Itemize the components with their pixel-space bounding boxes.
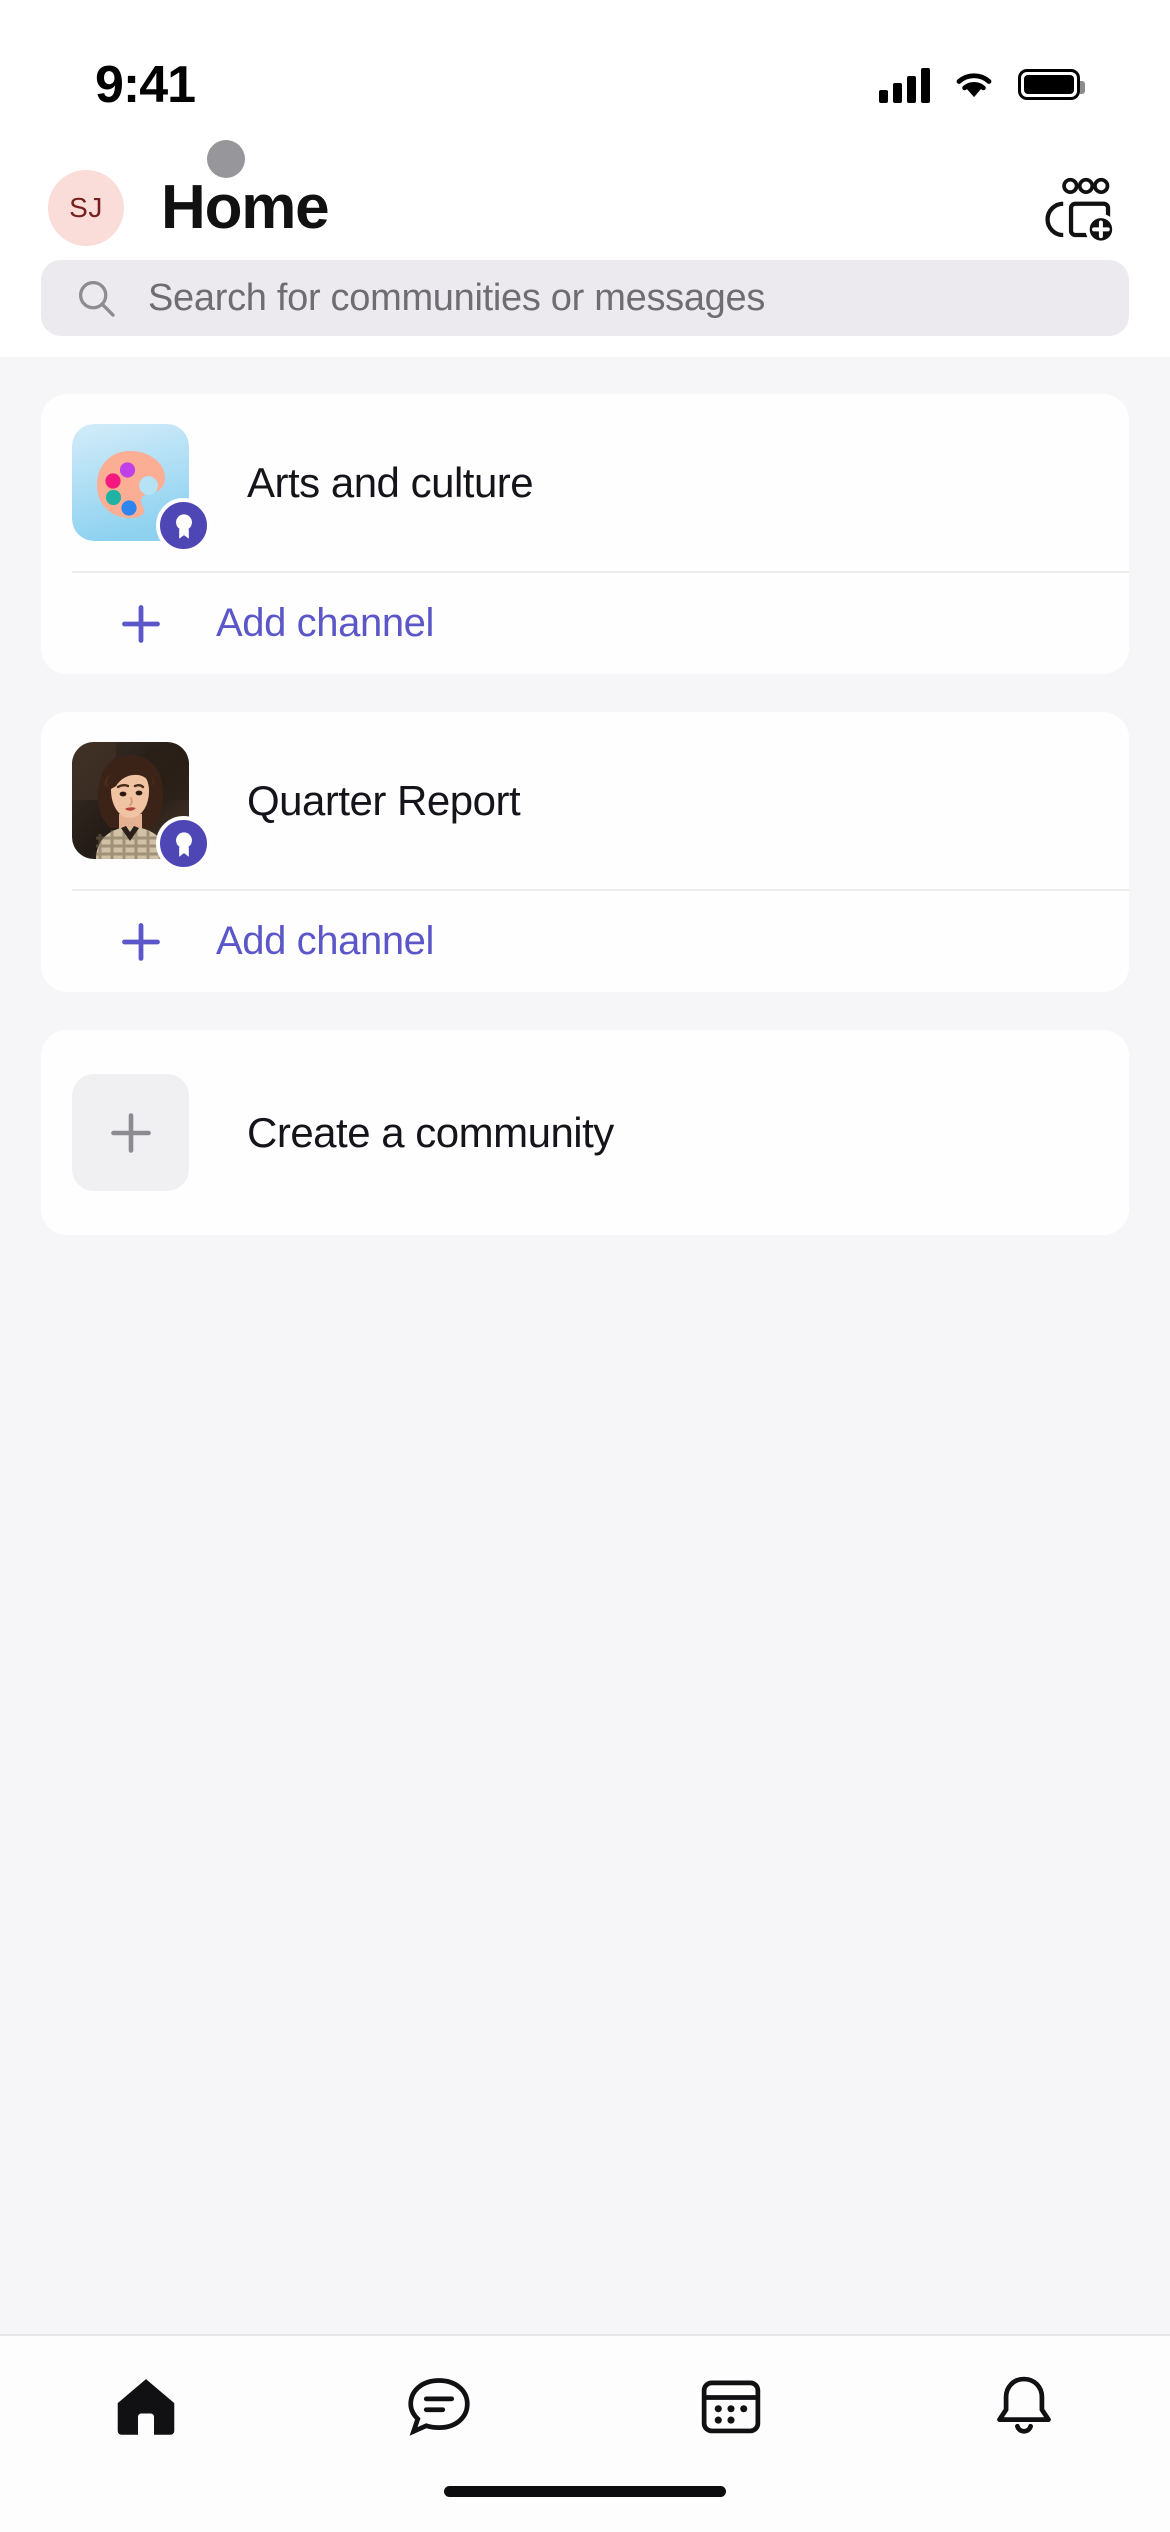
page-title: Home [161,172,328,243]
wifi-icon [952,68,996,101]
community-avatar [72,742,189,859]
community-row-quarter-report[interactable]: Quarter Report [41,712,1129,889]
bell-icon [991,2372,1057,2438]
add-people-icon[interactable] [1044,172,1118,244]
community-avatar [72,424,189,541]
community-card: Quarter Report Add channel [41,712,1129,992]
avatar-initials: SJ [69,192,103,224]
plus-icon [118,601,164,647]
tab-home[interactable] [0,2336,293,2474]
app-header: SJ Home [0,155,1170,260]
search-placeholder: Search for communities or messages [148,277,765,320]
avatar[interactable]: SJ [48,170,124,246]
community-name: Quarter Report [247,777,520,825]
award-badge-icon [156,816,211,871]
cellular-bars-icon [879,67,930,103]
search-bar-container: Search for communities or messages [0,260,1170,357]
tab-activity[interactable] [878,2336,1170,2474]
add-channel-button[interactable]: Add channel [41,891,1129,992]
search-icon [75,277,118,320]
tab-chat[interactable] [293,2336,586,2474]
home-indicator-bar[interactable] [444,2486,726,2497]
community-card: Arts and culture Add channel [41,394,1129,674]
chat-bubble-icon [406,2372,472,2438]
create-community-label: Create a community [247,1109,614,1157]
create-community-card[interactable]: Create a community [41,1030,1129,1235]
bottom-tab-bar [0,2334,1170,2474]
plus-icon [106,1108,156,1158]
home-indicator-area [0,2474,1170,2532]
add-channel-button[interactable]: Add channel [41,573,1129,674]
communities-list: Arts and culture Add channel [0,357,1170,2334]
home-icon [113,2372,179,2438]
tab-calendar[interactable] [585,2336,878,2474]
battery-full-icon [1018,69,1080,100]
app-screen: 9:41 SJ Home [0,0,1170,2532]
status-bar: 9:41 [0,0,1170,155]
status-bar-indicators [879,67,1080,103]
community-row-arts-and-culture[interactable]: Arts and culture [41,394,1129,571]
calendar-icon [698,2372,764,2438]
plus-icon [118,919,164,965]
community-name: Arts and culture [247,459,533,507]
search-input[interactable]: Search for communities or messages [41,260,1129,336]
add-channel-label: Add channel [216,919,434,964]
award-badge-icon [156,498,211,553]
create-community-tile [72,1074,189,1191]
status-bar-time: 9:41 [95,55,195,115]
add-channel-label: Add channel [216,601,434,646]
create-community-row[interactable]: Create a community [41,1030,1129,1235]
